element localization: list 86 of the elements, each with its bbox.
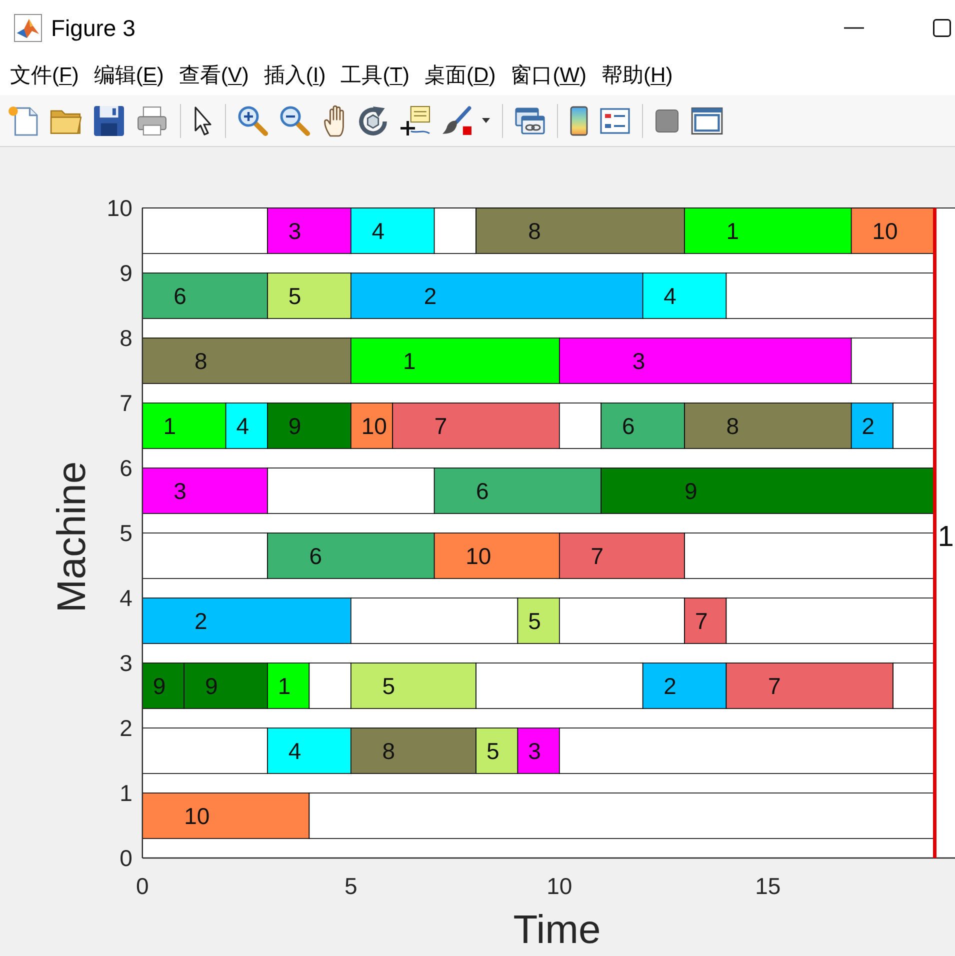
job-label: 2 bbox=[664, 672, 676, 699]
job-label: 9 bbox=[288, 412, 302, 439]
job-label: 9 bbox=[204, 672, 218, 699]
job-label: 5 bbox=[382, 672, 395, 699]
new-document-icon[interactable] bbox=[8, 106, 38, 136]
hand-icon[interactable] bbox=[322, 104, 346, 136]
y-tick-label: 5 bbox=[120, 520, 132, 546]
data-tip-icon[interactable] bbox=[400, 106, 430, 136]
job-label: 9 bbox=[152, 672, 166, 699]
job-label: 1 bbox=[726, 218, 740, 244]
job-label: 2 bbox=[424, 282, 437, 309]
job-label: 6 bbox=[174, 282, 186, 309]
legend-icon[interactable] bbox=[600, 108, 630, 134]
job-label: 6 bbox=[476, 478, 489, 504]
menu-item[interactable]: 查看(V) bbox=[178, 62, 249, 88]
window-frame-icon[interactable] bbox=[691, 106, 723, 134]
job-label: 7 bbox=[694, 608, 708, 634]
brush-icon[interactable] bbox=[442, 106, 472, 136]
y-tick-label: 6 bbox=[120, 455, 132, 481]
peak-logo-icon bbox=[14, 14, 42, 42]
job-label: 7 bbox=[434, 412, 448, 439]
caret-icon[interactable] bbox=[482, 118, 490, 123]
job-label: 2 bbox=[194, 608, 208, 634]
job-label: 7 bbox=[590, 542, 604, 569]
job-label: 3 bbox=[528, 738, 541, 764]
job-label: 8 bbox=[382, 738, 395, 764]
job-label: 9 bbox=[684, 478, 698, 504]
job-label: 8 bbox=[194, 348, 208, 374]
y-axis-title: Machine bbox=[50, 461, 94, 613]
y-tick-label: 9 bbox=[120, 260, 132, 286]
x-axis-title: Time bbox=[513, 908, 601, 952]
y-tick-label: 8 bbox=[120, 325, 132, 351]
maximize-icon[interactable] bbox=[933, 19, 951, 37]
printer-icon[interactable] bbox=[136, 106, 168, 136]
rotate-icon[interactable] bbox=[358, 106, 388, 136]
menu-item[interactable]: 插入(I) bbox=[264, 62, 326, 88]
gradient-bar-icon[interactable] bbox=[570, 106, 588, 136]
job-label: 10 bbox=[466, 542, 492, 569]
menu-item[interactable]: 工具(T) bbox=[340, 62, 410, 88]
job-label: 1 bbox=[163, 412, 176, 439]
y-tick-label: 3 bbox=[120, 650, 132, 676]
menu-item[interactable]: 窗口(W) bbox=[510, 62, 587, 88]
y-tick-label: 1 bbox=[120, 780, 132, 806]
job-label: 4 bbox=[372, 218, 385, 244]
minimize-icon[interactable] bbox=[844, 27, 864, 29]
job-label: 8 bbox=[726, 412, 740, 439]
job-label: 1 bbox=[278, 672, 291, 699]
menu-item[interactable]: 文件(F) bbox=[10, 62, 79, 88]
job-label: 10 bbox=[872, 218, 898, 244]
job-label: 5 bbox=[486, 738, 500, 764]
job-label: 4 bbox=[236, 412, 250, 439]
y-tick-label: 2 bbox=[120, 715, 132, 741]
x-tick-label: 0 bbox=[136, 873, 149, 899]
zoom-in-icon[interactable] bbox=[238, 106, 268, 136]
save-icon[interactable] bbox=[94, 106, 124, 136]
x-tick-label: 5 bbox=[344, 873, 358, 899]
linked-windows-icon[interactable] bbox=[515, 106, 545, 134]
job-label: 4 bbox=[664, 282, 676, 309]
y-tick-label: 10 bbox=[106, 195, 132, 221]
y-tick-label: 0 bbox=[120, 845, 132, 871]
job-label: 5 bbox=[528, 608, 541, 634]
menu-item[interactable]: 桌面(D) bbox=[424, 62, 496, 88]
zoom-out-icon[interactable] bbox=[280, 106, 310, 136]
window-title: Figure 3 bbox=[51, 14, 136, 42]
job-label: 3 bbox=[632, 348, 646, 374]
annotation-text: 1 bbox=[938, 521, 954, 553]
job-label: 5 bbox=[288, 282, 302, 309]
job-label: 6 bbox=[622, 412, 635, 439]
x-tick-label: 10 bbox=[546, 873, 572, 899]
y-tick-label: 7 bbox=[120, 390, 132, 416]
x-tick-label: 15 bbox=[755, 873, 781, 899]
job-label: 7 bbox=[768, 672, 781, 699]
pointer-icon[interactable] bbox=[193, 106, 213, 136]
menu-item[interactable]: 帮助(H) bbox=[602, 62, 673, 88]
job-label: 3 bbox=[288, 218, 302, 244]
job-label: 10 bbox=[184, 802, 210, 829]
job-label: 4 bbox=[288, 738, 302, 764]
y-tick-label: 4 bbox=[120, 585, 132, 611]
job-label: 2 bbox=[862, 412, 875, 439]
square-icon[interactable] bbox=[655, 108, 679, 132]
job-label: 10 bbox=[361, 412, 387, 439]
job-label: 6 bbox=[309, 542, 322, 569]
menu-item[interactable]: 编辑(E) bbox=[94, 62, 164, 88]
job-label: 8 bbox=[528, 218, 541, 244]
job-label: 3 bbox=[174, 478, 186, 504]
job-label: 1 bbox=[403, 348, 416, 374]
